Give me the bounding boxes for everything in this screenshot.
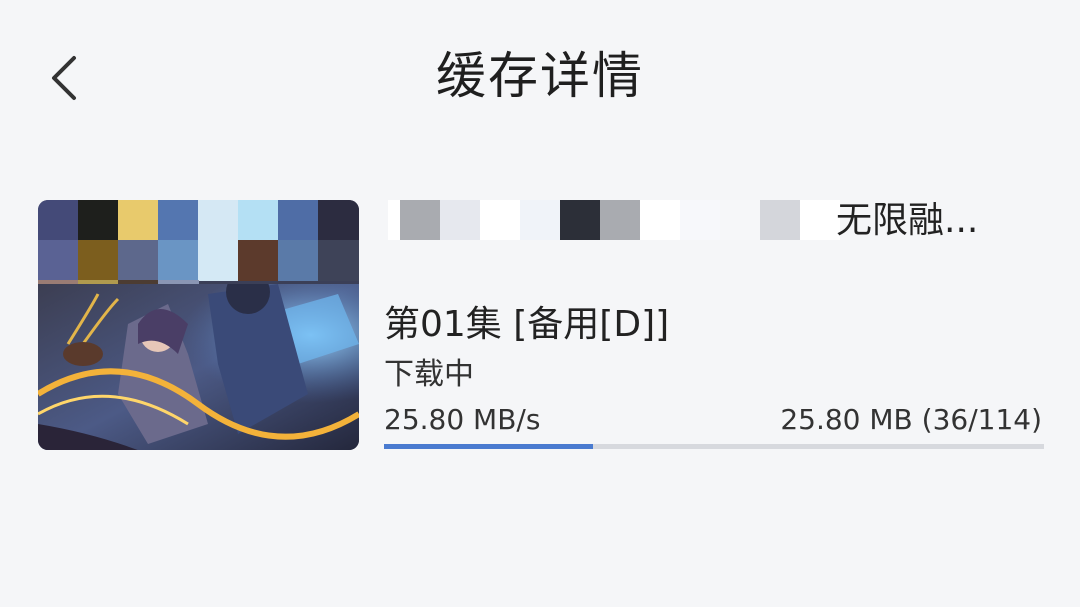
video-title: 无限融... xyxy=(388,200,1048,242)
video-thumbnail[interactable] xyxy=(38,200,359,450)
download-item[interactable]: 无限融... 第01集 [备用[D]] 下载中 25.80 MB/s 25.80… xyxy=(38,196,1048,456)
download-status: 下载中 xyxy=(384,357,474,392)
download-size-progress: 25.80 MB (36/114) xyxy=(780,403,1042,436)
episode-label: 第01集 [备用[D]] xyxy=(384,304,670,345)
download-progress-fill xyxy=(384,444,593,449)
title-redaction-mosaic xyxy=(388,200,848,242)
thumbnail-artwork xyxy=(38,284,359,450)
header: 缓存详情 xyxy=(0,0,1080,150)
download-speed: 25.80 MB/s xyxy=(384,403,541,436)
video-title-text: 无限融... xyxy=(836,200,979,241)
download-progress-bar xyxy=(384,444,1044,449)
page-title: 缓存详情 xyxy=(436,47,644,105)
